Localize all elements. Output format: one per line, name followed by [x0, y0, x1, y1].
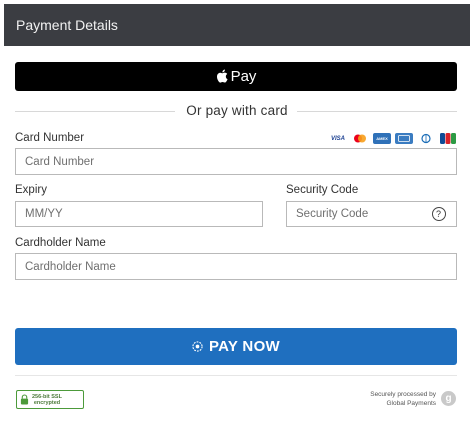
security-code-label: Security Code [286, 184, 359, 196]
payment-spinner-icon [192, 341, 203, 352]
cardholder-name-label: Cardholder Name [15, 237, 106, 249]
cardholder-name-input[interactable] [15, 253, 457, 280]
pay-now-button[interactable]: PAY NOW [15, 328, 457, 365]
card-brand-logos: VISA AMEX [329, 133, 457, 144]
apple-pay-button[interactable]: Pay [15, 62, 457, 91]
expiry-input[interactable] [15, 201, 263, 227]
security-code-help-button[interactable]: ? [421, 201, 457, 227]
lock-icon [20, 394, 29, 405]
processor-line-1: Securely processed by [370, 391, 436, 398]
jcb-icon [439, 133, 457, 144]
expiry-label: Expiry [15, 184, 47, 196]
divider-label: Or pay with card [186, 103, 288, 118]
mastercard-icon [351, 133, 369, 144]
global-payments-logo-icon: g [441, 391, 456, 406]
apple-logo-icon [216, 69, 228, 83]
ssl-line-2: encrypted [33, 399, 61, 406]
diners-club-icon [417, 133, 435, 144]
amex-icon: AMEX [373, 133, 391, 144]
apple-pay-label: Pay [230, 68, 257, 85]
ssl-badge-text: 256-bit SSL encrypted [32, 394, 62, 406]
security-code-input[interactable] [286, 201, 422, 227]
processor-text: Securely processed by Global Payments [370, 391, 436, 408]
page-title: Payment Details [16, 17, 118, 33]
footer-divider [15, 375, 457, 376]
processor-line-2: Global Payments [386, 399, 437, 407]
ssl-badge: 256-bit SSL encrypted [16, 390, 84, 409]
question-mark-icon: ? [431, 207, 446, 221]
card-number-label: Card Number [15, 132, 85, 144]
pay-now-label: PAY NOW [208, 338, 280, 355]
card-number-input[interactable] [15, 148, 457, 175]
ssl-line-1: 256-bit SSL [32, 393, 62, 400]
visa-icon: VISA [330, 135, 345, 142]
payment-details-header: Payment Details [4, 4, 470, 46]
amex-card-icon [395, 133, 413, 144]
